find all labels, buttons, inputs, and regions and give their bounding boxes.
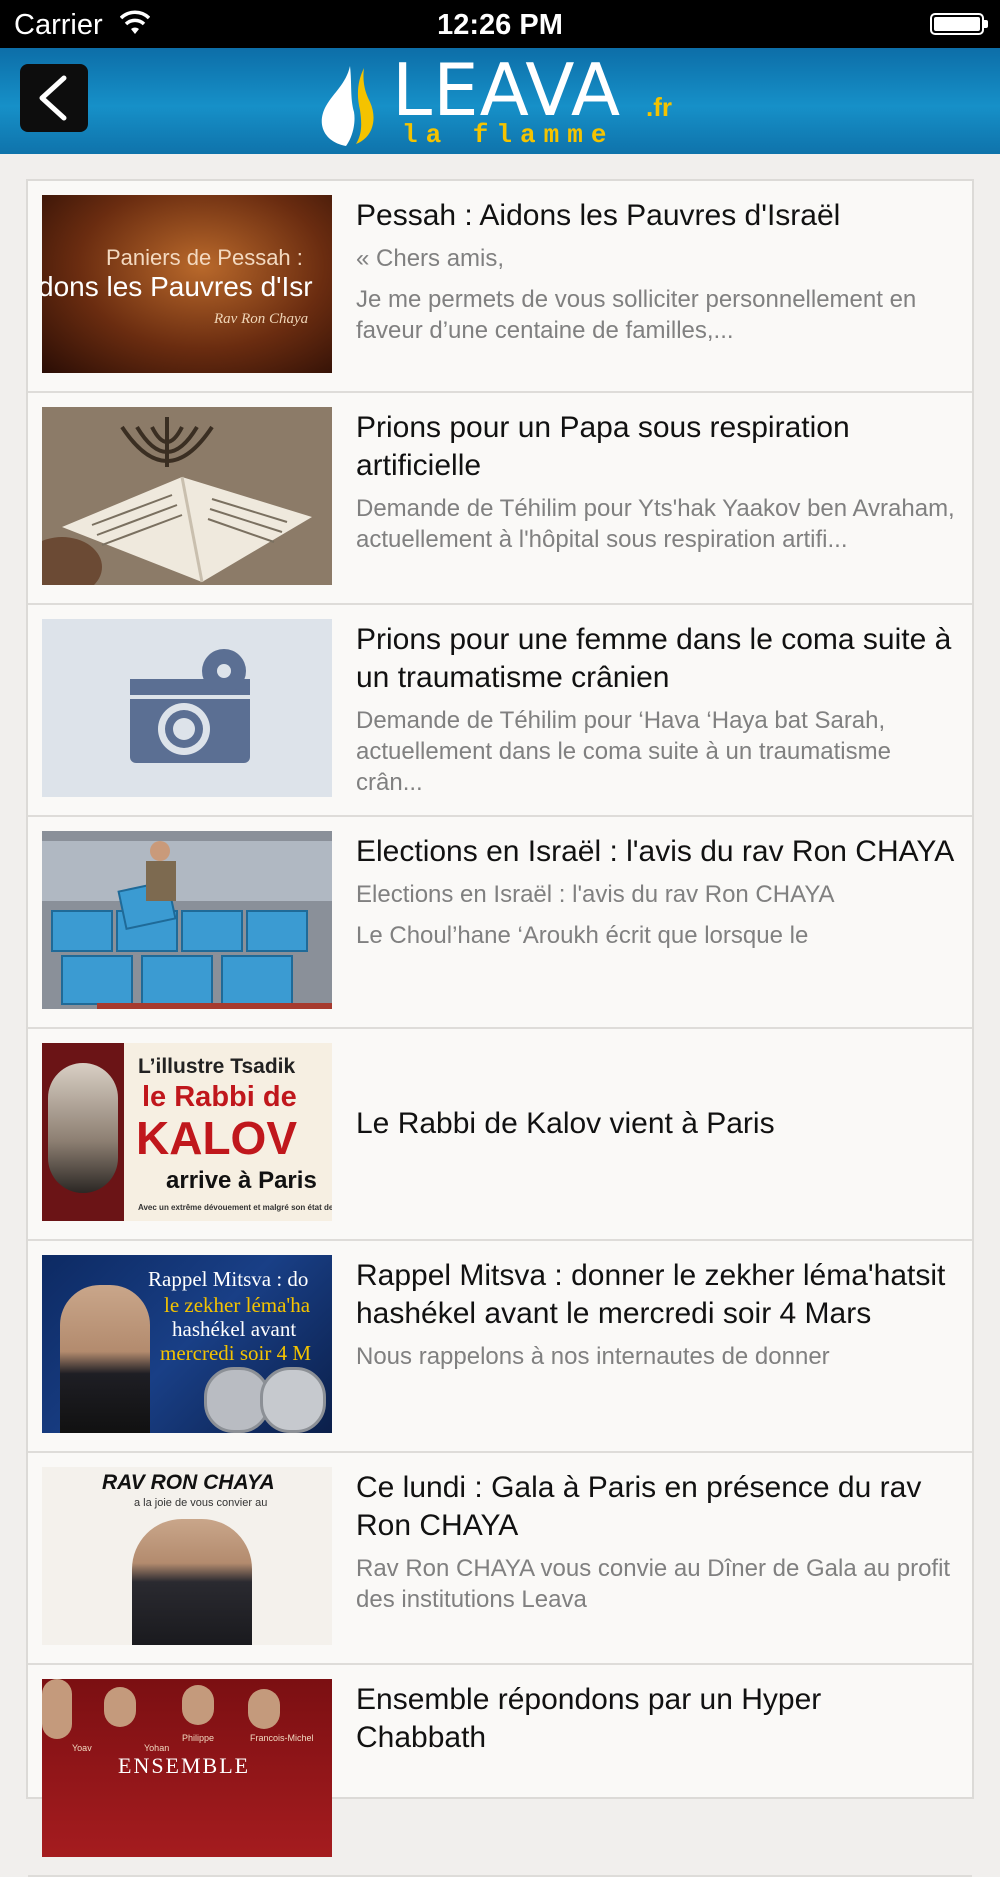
article-excerpt: Nous rappelons à nos internautes de donn… — [356, 1343, 830, 1370]
thumbnail-caption: Francois-Michel — [250, 1733, 314, 1743]
list-item[interactable]: Rappel Mitsva : do le zekher léma'ha has… — [28, 1241, 972, 1453]
person-image — [132, 1519, 252, 1645]
article-title: Prions pour un Papa sous respiration art… — [356, 411, 850, 482]
list-item[interactable]: Elections en Israël : l'avis du rav Ron … — [28, 817, 972, 1029]
status-bar: Carrier 12:26 PM — [0, 0, 1000, 48]
article-text: Rappel Mitsva : donner le zekher léma'ha… — [356, 1257, 956, 1437]
article-thumbnail: Yoav Yohan Philippe Francois-Michel ENSE… — [42, 1679, 332, 1857]
article-excerpt: Elections en Israël : l'avis du rav Ron … — [356, 881, 835, 908]
coin-icon — [260, 1367, 326, 1433]
article-excerpt: Demande de Téhilim pour ‘Hava ‘Haya bat … — [356, 707, 891, 796]
article-thumbnail — [42, 619, 332, 797]
thumbnail-caption: ENSEMBLE — [118, 1753, 251, 1778]
article-thumbnail: RAV RON CHAYA a la joie de vous convier … — [42, 1467, 332, 1645]
article-title: Le Rabbi de Kalov vient à Paris — [356, 1107, 775, 1140]
article-text: Prions pour une femme dans le coma suite… — [356, 621, 956, 801]
article-thumbnail — [42, 407, 332, 585]
clock: 12:26 PM — [437, 9, 563, 41]
article-title: Ce lundi : Gala à Paris en présence du r… — [356, 1471, 922, 1542]
article-text: Elections en Israël : l'avis du rav Ron … — [356, 833, 956, 1013]
article-excerpt: Le Choul’hane ‘Aroukh écrit que lorsque … — [356, 922, 809, 949]
ballot-boxes-image-icon — [42, 831, 332, 1009]
back-button[interactable] — [20, 64, 88, 132]
thumbnail-caption: arrive à Paris — [166, 1167, 317, 1194]
article-excerpt: Demande de Téhilim pour Yts'hak Yaakov b… — [356, 495, 955, 553]
app-header: LEAVA .fr la flamme — [0, 48, 1000, 154]
leava-logo: LEAVA .fr la flamme — [316, 48, 696, 150]
article-title: Rappel Mitsva : donner le zekher léma'ha… — [356, 1259, 946, 1330]
thumbnail-caption: Rappel Mitsva : do — [148, 1267, 309, 1291]
thumbnail-caption: Yoav — [72, 1743, 92, 1753]
article-thumbnail — [42, 831, 332, 1009]
thumbnail-caption: Philippe — [182, 1733, 215, 1743]
thumbnail-caption: Yohan — [144, 1743, 170, 1753]
article-list: Paniers de Pessah : dons les Pauvres d'I… — [26, 179, 974, 1877]
article-title: Pessah : Aidons les Pauvres d'Israël — [356, 199, 841, 232]
thumbnail-caption: Rav Ron Chaya — [214, 311, 309, 327]
article-text: Ensemble répondons par un Hyper Chabbath — [356, 1681, 956, 1861]
article-title: Elections en Israël : l'avis du rav Ron … — [356, 835, 955, 868]
thumbnail-caption: RAV RON CHAYA — [102, 1471, 275, 1494]
article-thumbnail: Rappel Mitsva : do le zekher léma'ha has… — [42, 1255, 332, 1433]
thumbnail-caption: mercredi soir 4 M — [160, 1341, 312, 1365]
thumbnail-caption: L’illustre Tsadik — [138, 1055, 296, 1078]
thumbnail-caption: a la joie de vous convier au — [134, 1497, 268, 1509]
article-text: Pessah : Aidons les Pauvres d'Israël « C… — [356, 197, 956, 377]
article-thumbnail: Paniers de Pessah : dons les Pauvres d'I… — [42, 195, 332, 373]
chevron-left-icon — [39, 75, 67, 121]
list-item[interactable]: Yoav Yohan Philippe Francois-Michel ENSE… — [28, 1665, 972, 1877]
list-item[interactable]: Paniers de Pessah : dons les Pauvres d'I… — [28, 181, 972, 393]
list-item[interactable]: L’illustre Tsadik le Rabbi de KALOV arri… — [28, 1029, 972, 1241]
article-title: Ensemble répondons par un Hyper Chabbath — [356, 1683, 822, 1754]
article-excerpt: « Chers amis, — [356, 245, 505, 272]
list-item[interactable]: RAV RON CHAYA a la joie de vous convier … — [28, 1453, 972, 1665]
thumbnail-caption: dons les Pauvres d'Isr — [42, 271, 313, 302]
thumbnail-caption: KALOV — [136, 1112, 297, 1164]
thumbnail-caption: Avec un extrême dévouement et malgré son… — [138, 1203, 332, 1212]
flame-icon — [321, 66, 374, 146]
battery-icon — [930, 13, 988, 35]
thumbnail-caption: hashékel avant — [172, 1317, 297, 1341]
person-image — [60, 1285, 150, 1433]
article-title: Prions pour une femme dans le coma suite… — [356, 623, 952, 694]
article-excerpt: Je me permets de vous solliciter personn… — [356, 286, 917, 344]
book-image-icon — [42, 407, 332, 585]
logo-suffix: .fr — [646, 92, 672, 122]
article-text: Ce lundi : Gala à Paris en présence du r… — [356, 1469, 956, 1649]
article-thumbnail: L’illustre Tsadik le Rabbi de KALOV arri… — [42, 1043, 332, 1221]
thumbnail-caption: Paniers de Pessah : — [106, 245, 303, 270]
article-excerpt: Rav Ron CHAYA vous convie au Dîner de Ga… — [356, 1555, 951, 1613]
article-text: Prions pour un Papa sous respiration art… — [356, 409, 956, 589]
camera-placeholder-icon — [130, 649, 250, 763]
list-item[interactable]: Prions pour une femme dans le coma suite… — [28, 605, 972, 817]
logo-tagline: la flamme — [402, 120, 615, 150]
portrait-frame — [42, 1043, 124, 1221]
thumbnail-caption: le zekher léma'ha — [164, 1293, 311, 1317]
thumbnail-caption: le Rabbi de — [142, 1081, 297, 1113]
list-item[interactable]: Prions pour un Papa sous respiration art… — [28, 393, 972, 605]
